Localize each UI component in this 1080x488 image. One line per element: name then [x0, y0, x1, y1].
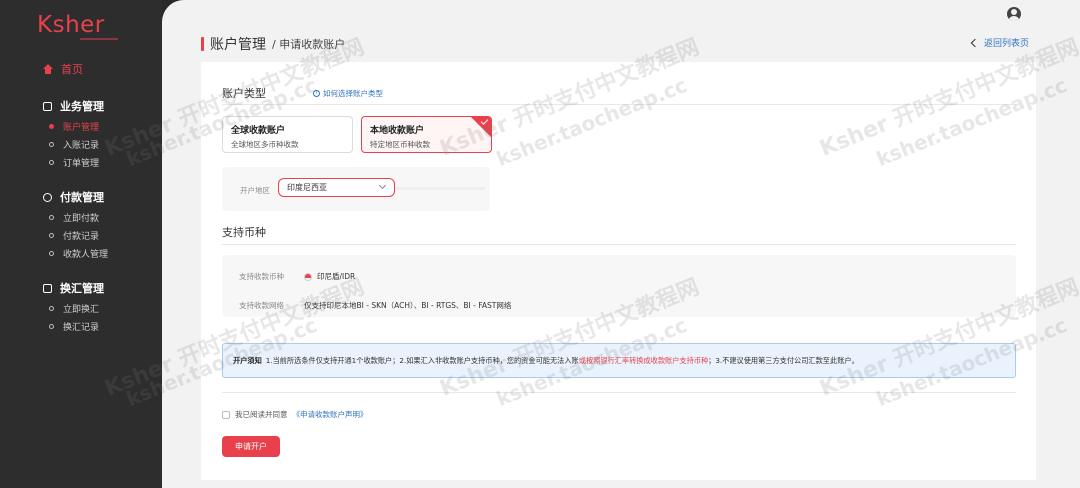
divider	[222, 392, 1016, 393]
help-icon: ?	[313, 90, 320, 97]
divider	[222, 244, 1016, 245]
logo-underline	[80, 38, 118, 40]
app-window: Ksher 首页 业务管理 账户管理 入账记录 订单管理 付款管理 立即付款 付…	[0, 0, 1080, 488]
breadcrumb: / 申请收款账户	[272, 38, 346, 51]
page-title: 账户管理	[210, 37, 266, 53]
divider	[222, 104, 1016, 105]
account-type-heading: 账户类型	[222, 87, 266, 100]
local-account-option[interactable]: 本地收款账户 特定地区币种收款	[361, 116, 492, 153]
sidebar-group-title[interactable]: 付款管理	[43, 189, 108, 205]
sidebar-item-exchange-now[interactable]: 立即换汇	[49, 302, 104, 315]
sidebar-item-label: 首页	[61, 63, 83, 76]
indonesia-flag-icon	[304, 272, 312, 281]
sidebar-group-exchange: 换汇管理 立即换汇 换汇记录	[43, 280, 104, 333]
bullet-icon	[49, 306, 54, 311]
business-icon	[43, 101, 52, 111]
currency-info-panel: 支持收款币种 印尼盾/IDR 支持收款网络 仅支持印尼本地BI - SKN（AC…	[222, 255, 1016, 317]
agreement-checkbox[interactable]	[222, 410, 230, 419]
bullet-icon	[49, 233, 54, 238]
bullet-icon	[49, 215, 54, 220]
page-header: 账户管理 / 申请收款账户	[201, 34, 345, 54]
exchange-icon	[43, 283, 52, 293]
sidebar-item-payment-records[interactable]: 付款记录	[49, 229, 108, 242]
account-notice: 开户须知 1.当前所选条件仅支持开通1个收款账户；2.如果汇入非收款账户支持币种…	[222, 343, 1016, 378]
currency-row: 支持收款币种 印尼盾/IDR	[239, 272, 356, 281]
agreement-link[interactable]: 《申请收款账户声明》	[293, 409, 368, 420]
currency-heading: 支持币种	[222, 226, 266, 239]
sidebar-item-account-management[interactable]: 账户管理	[49, 120, 104, 133]
payment-icon	[43, 192, 52, 202]
sidebar-item-payee-management[interactable]: 收款人管理	[49, 247, 108, 260]
application-form: 账户类型 ? 如何选择账户类型 全球收款账户 全球地区多币种收款 本地收款账户 …	[201, 62, 1036, 480]
sidebar-group-payment: 付款管理 立即付款 付款记录 收款人管理	[43, 189, 108, 260]
title-accent	[201, 37, 204, 51]
bullet-icon	[49, 124, 54, 129]
apply-account-button[interactable]: 申请开户	[222, 436, 280, 457]
chevron-left-icon	[970, 38, 980, 47]
sidebar-group-title[interactable]: 业务管理	[43, 98, 104, 114]
sidebar-group-title[interactable]: 换汇管理	[43, 280, 104, 296]
sidebar-item-order-management[interactable]: 订单管理	[49, 156, 104, 169]
region-bar	[395, 187, 485, 190]
sidebar-item-deposit-records[interactable]: 入账记录	[49, 138, 104, 151]
home-icon	[43, 64, 53, 74]
main-content: 账户管理 / 申请收款账户 返回列表页 账户类型 ? 如何选择账户类型 全球收款…	[162, 0, 1080, 488]
region-label: 开户地区	[240, 186, 270, 195]
sidebar: Ksher 首页 业务管理 账户管理 入账记录 订单管理 付款管理 立即付款 付…	[0, 0, 162, 488]
region-select[interactable]: 印度尼西亚	[278, 178, 395, 197]
user-avatar-icon[interactable]	[1007, 7, 1021, 21]
ksher-logo: Ksher	[37, 12, 105, 38]
bullet-icon	[49, 142, 54, 147]
sidebar-item-home[interactable]: 首页	[43, 61, 83, 77]
bullet-icon	[49, 160, 54, 165]
sidebar-item-exchange-records[interactable]: 换汇记录	[49, 320, 104, 333]
account-type-help-link[interactable]: ? 如何选择账户类型	[313, 88, 383, 99]
global-account-option[interactable]: 全球收款账户 全球地区多币种收款	[222, 116, 353, 153]
network-row: 支持收款网络 仅支持印尼本地BI - SKN（ACH）、BI - RTGS、BI…	[239, 301, 512, 310]
bullet-icon	[49, 251, 54, 256]
back-to-list-link[interactable]: 返回列表页	[970, 36, 1029, 49]
chevron-down-icon	[378, 181, 387, 190]
region-panel: 开户地区 印度尼西亚	[222, 167, 490, 211]
sidebar-item-pay-now[interactable]: 立即付款	[49, 211, 108, 224]
sidebar-group-business: 业务管理 账户管理 入账记录 订单管理	[43, 98, 104, 169]
bullet-icon	[49, 324, 54, 329]
agreement-row: 我已阅读并同意 《申请收款账户声明》	[222, 409, 368, 420]
